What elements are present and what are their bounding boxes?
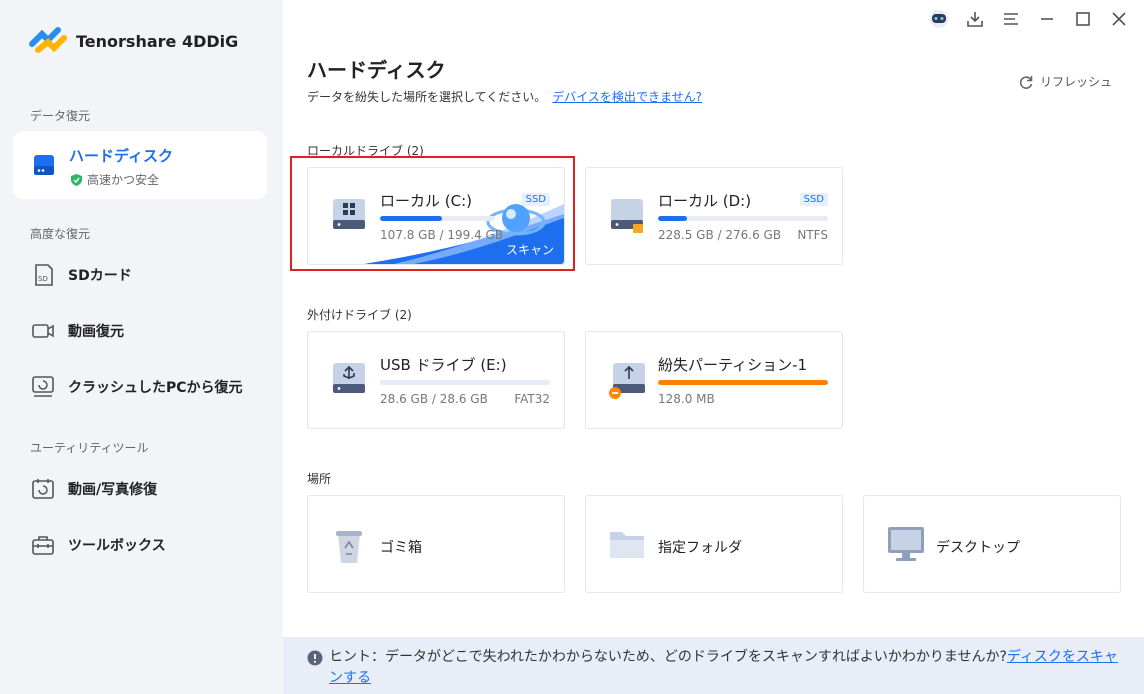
refresh-button[interactable]: リフレッシュ <box>1018 73 1112 90</box>
sidebar-item-label: ツールボックス <box>68 538 166 554</box>
usage-bar <box>380 380 550 385</box>
drive-card-lost-partition[interactable]: 紛失パーティション-1 128.0 MB <box>585 331 843 429</box>
app-logo: Tenorshare 4DDiG <box>28 24 238 58</box>
hint-bar: ヒント：データがどこで失われたかわからないため、どのドライブをスキャンすればよい… <box>283 637 1144 694</box>
refresh-label: リフレッシュ <box>1040 75 1113 89</box>
download-icon <box>967 12 983 27</box>
robot-icon <box>930 10 948 28</box>
minimize-button[interactable] <box>1036 8 1058 30</box>
location-label: デスクトップ <box>936 540 1020 556</box>
svg-text:SD: SD <box>38 275 48 283</box>
app-name: Tenorshare 4DDiG <box>76 31 239 51</box>
sd-card-icon: SD <box>35 264 53 286</box>
sidebar-item-hard-disk[interactable]: ハードディスク 高速かつ安全 <box>13 131 267 199</box>
drive-size: 228.5 GB / 276.6 GB <box>658 228 782 242</box>
section-utility-tools: ユーティリティツール <box>30 441 149 455</box>
window-controls <box>928 8 1130 30</box>
hint-message: ヒント：データがどこで失われたかわからないため、どのドライブをスキャンすればよい… <box>329 649 1007 665</box>
sidebar-item-toolbox[interactable]: ツールボックス <box>30 530 166 560</box>
shield-check-icon <box>71 173 82 186</box>
location-label: 指定フォルダ <box>658 540 742 556</box>
drive-card-e[interactable]: USB ドライブ (E:) 28.6 GB / 28.6 GB FAT32 <box>307 331 565 429</box>
lost-partition-icon <box>609 363 645 399</box>
sidebar-item-video-recovery[interactable]: 動画復元 <box>30 316 124 346</box>
sidebar-item-label: 動画/写真修復 <box>68 482 158 498</box>
sidebar-item-label: 動画復元 <box>68 324 124 340</box>
minimize-icon <box>1041 18 1053 20</box>
desktop-icon <box>888 527 924 561</box>
sidebar-item-label: クラッシュしたPCから復元 <box>68 380 243 396</box>
photo-repair-icon <box>32 479 54 499</box>
sidebar-item-label: SDカード <box>68 268 132 284</box>
external-drives-title: 外付けドライブ (2) <box>307 308 412 322</box>
hard-disk-icon <box>34 155 54 175</box>
locations-title: 場所 <box>307 472 332 486</box>
drive-lock-icon <box>611 199 643 233</box>
page-title: ハードディスク <box>307 58 446 82</box>
sidebar-item-label: ハードディスク <box>69 147 173 165</box>
close-button[interactable] <box>1108 8 1130 30</box>
usage-bar-fill <box>658 216 687 221</box>
maximize-icon <box>1076 12 1090 26</box>
usage-bar-fill <box>658 380 828 385</box>
location-label: ゴミ箱 <box>380 540 422 556</box>
page-subtitle: データを紛失した場所を選択してください。 デバイスを検出できません? <box>307 88 702 105</box>
toolbox-icon <box>32 536 54 555</box>
device-not-detected-link[interactable]: デバイスを検出できません? <box>552 90 702 104</box>
drive-name: USB ドライブ (E:) <box>380 356 507 374</box>
drive-name: ローカル (D:) <box>658 192 752 210</box>
file-system: NTFS <box>797 228 828 242</box>
safe-fast-label: 高速かつ安全 <box>87 173 160 187</box>
assistant-robot-button[interactable] <box>928 8 950 30</box>
crashed-pc-icon <box>32 376 54 397</box>
refresh-icon <box>1019 75 1033 89</box>
drive-size: 28.6 GB / 28.6 GB <box>380 392 488 406</box>
location-folder[interactable]: 指定フォルダ <box>585 495 843 593</box>
drive-size: 128.0 MB <box>658 392 715 406</box>
location-recycle-bin[interactable]: ゴミ箱 <box>307 495 565 593</box>
location-desktop[interactable]: デスクトップ <box>863 495 1121 593</box>
sidebar-item-photo-repair[interactable]: 動画/写真修復 <box>30 474 157 504</box>
menu-icon <box>1004 13 1018 25</box>
info-icon <box>307 650 323 666</box>
download-button[interactable] <box>964 8 986 30</box>
maximize-button[interactable] <box>1072 8 1094 30</box>
drive-name: 紛失パーティション-1 <box>658 356 808 374</box>
usb-drive-icon <box>333 363 365 393</box>
folder-icon <box>610 532 644 558</box>
sidebar-item-sub: 高速かつ安全 <box>71 171 159 188</box>
sidebar: Tenorshare 4DDiG データ復元 ハードディスク 高速かつ安全 高度… <box>0 0 283 694</box>
hint-text: ヒント：データがどこで失われたかわからないため、どのドライブをスキャンすればよい… <box>329 647 1129 689</box>
sidebar-item-sd-card[interactable]: SD SDカード <box>30 260 132 290</box>
usage-bar <box>658 380 828 385</box>
section-data-recovery: データ復元 <box>30 109 91 123</box>
selection-highlight <box>290 156 575 271</box>
sidebar-item-crashed-pc[interactable]: クラッシュしたPCから復元 <box>30 372 243 402</box>
usage-bar <box>658 216 828 221</box>
file-system: FAT32 <box>514 392 550 406</box>
video-camera-icon <box>32 324 54 338</box>
close-icon <box>1112 12 1126 26</box>
ssd-badge: SSD <box>799 193 828 206</box>
drive-card-d[interactable]: ローカル (D:) SSD 228.5 GB / 276.6 GB NTFS <box>585 167 843 265</box>
recycle-bin-icon <box>336 531 362 563</box>
subtitle-text: データを紛失した場所を選択してください。 <box>307 90 547 104</box>
section-advanced-recovery: 高度な復元 <box>30 227 91 241</box>
menu-button[interactable] <box>1000 8 1022 30</box>
4ddig-logo-icon <box>29 27 67 53</box>
